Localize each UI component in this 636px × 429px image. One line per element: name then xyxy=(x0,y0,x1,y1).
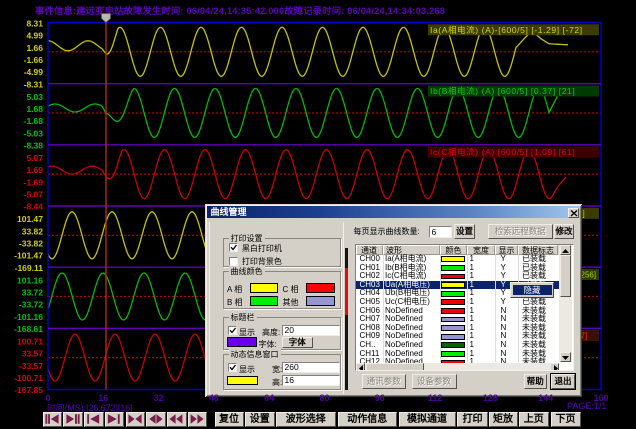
svg-text:-33.57: -33.57 xyxy=(19,361,43,371)
svg-text:33.57: 33.57 xyxy=(22,349,44,359)
svg-text:8.31: 8.31 xyxy=(26,19,43,29)
svg-text:1.68: 1.68 xyxy=(26,104,43,114)
svg-text:100.71: 100.71 xyxy=(17,337,43,347)
svg-text:-100.71: -100.71 xyxy=(14,373,43,383)
svg-text:5.03: 5.03 xyxy=(26,92,43,102)
svg-text:-8.44: -8.44 xyxy=(24,202,44,212)
svg-text:-33.82: -33.82 xyxy=(19,239,43,249)
svg-text:-8.31: -8.31 xyxy=(24,79,44,89)
svg-text:101.47: 101.47 xyxy=(17,214,43,224)
svg-text:-1.69: -1.69 xyxy=(24,177,44,187)
svg-text:Ic(C相电流) (A) [600/5] [1.09] [6: Ic(C相电流) (A) [600/5] [1.09] [61] xyxy=(430,147,575,157)
svg-text:33.82: 33.82 xyxy=(22,226,44,236)
svg-text:-33.72: -33.72 xyxy=(19,300,43,310)
svg-text:5.07: 5.07 xyxy=(26,153,43,163)
svg-text:-4.99: -4.99 xyxy=(24,67,44,77)
svg-text:7]: 7] xyxy=(581,332,588,341)
svg-text:-1.66: -1.66 xyxy=(24,55,44,65)
svg-text:4.99: 4.99 xyxy=(26,31,43,41)
svg-text:101.16: 101.16 xyxy=(17,275,43,285)
svg-text:256]: 256] xyxy=(581,271,597,280)
svg-text:-101.47: -101.47 xyxy=(14,251,43,261)
svg-text:]: ] xyxy=(583,209,585,218)
svg-text:1.66: 1.66 xyxy=(26,43,43,53)
svg-text:Ib(B相电流) (A) [600/5] [0.37] [2: Ib(B相电流) (A) [600/5] [0.37] [21] xyxy=(430,86,575,96)
svg-text:-168.61: -168.61 xyxy=(14,324,43,334)
svg-text:-1.68: -1.68 xyxy=(24,116,44,126)
svg-text:-5.03: -5.03 xyxy=(24,128,44,138)
svg-text:33.72: 33.72 xyxy=(22,288,44,298)
svg-text:-169.11: -169.11 xyxy=(15,263,44,273)
svg-text:Ia(A相电流) (A)-[600/5] [-1.29] [: Ia(A相电流) (A)-[600/5] [-1.29] [-72] xyxy=(430,25,583,35)
svg-text:-5.07: -5.07 xyxy=(24,190,44,200)
svg-text:-101.16: -101.16 xyxy=(14,312,43,322)
svg-text:1.69: 1.69 xyxy=(26,165,43,175)
svg-text:-8.38: -8.38 xyxy=(24,141,44,151)
